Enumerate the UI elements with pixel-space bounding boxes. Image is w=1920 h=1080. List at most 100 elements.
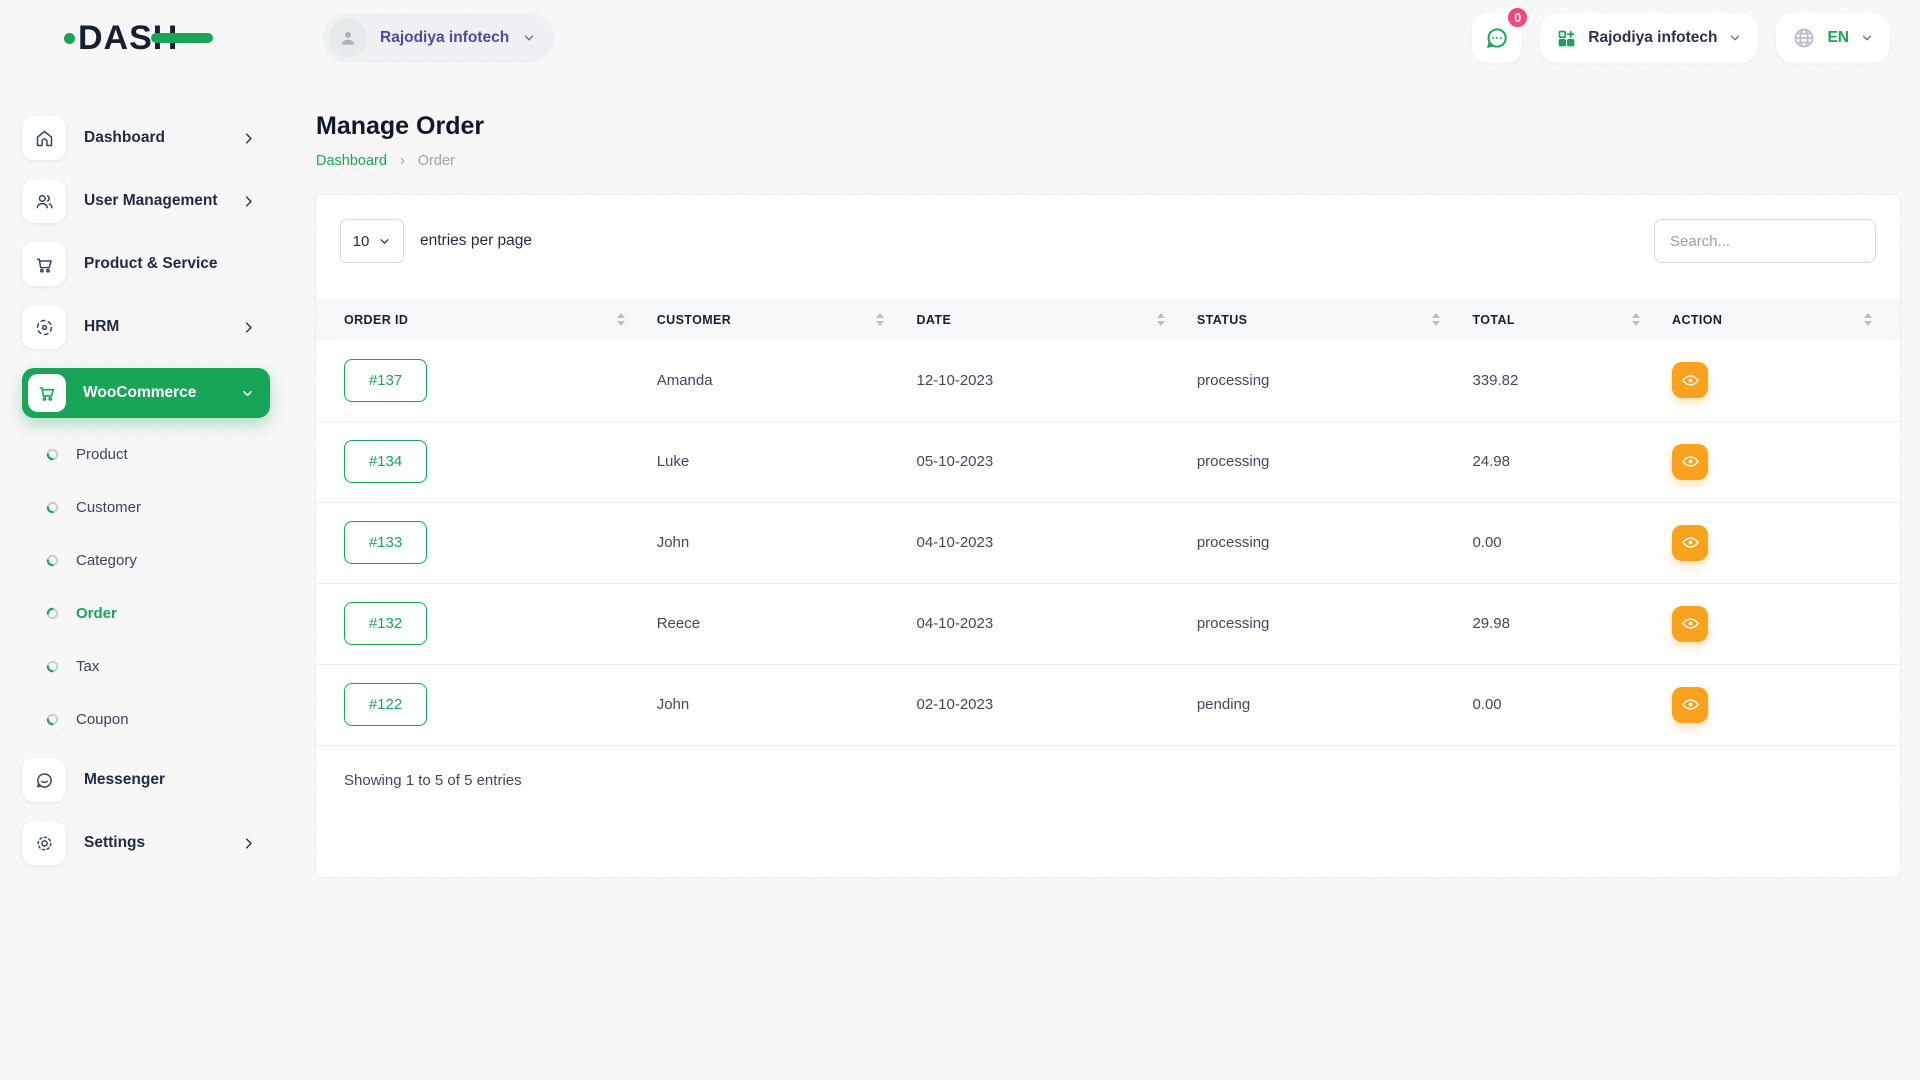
messages-button[interactable]: 0 [1472,13,1522,63]
main-content: Manage Order Dashboard › Order 10 entrie… [284,76,1920,1080]
globe-icon [1792,26,1816,50]
view-order-button[interactable] [1672,687,1708,723]
column-header-order-id[interactable]: ORDER ID [316,299,641,340]
status-cell: processing [1181,583,1457,664]
logo-zone: DASH [0,21,284,55]
sort-icon[interactable] [1864,313,1872,326]
person-icon [338,28,358,48]
view-order-button[interactable] [1672,362,1708,398]
table-header-row: ORDER ID CUSTOMER DATE STATUS TOTAL ACTI… [316,299,1900,340]
sidebar-subitem-customer[interactable]: Customer [22,481,284,534]
date-cell: 04-10-2023 [900,583,1180,664]
order-id-badge[interactable]: #134 [344,440,427,483]
table-controls: 10 entries per page [316,195,1900,263]
bullet-icon [46,713,59,726]
breadcrumb: Dashboard › Order [316,153,1900,169]
sort-icon[interactable] [876,313,884,326]
table-row: #122 John 02-10-2023 pending 0.00 [316,664,1900,745]
table-row: #137 Amanda 12-10-2023 processing 339.82 [316,340,1900,421]
woocommerce-submenu: Product Customer Category Order Tax Coup… [22,428,284,746]
sort-icon[interactable] [1157,313,1165,326]
date-cell: 12-10-2023 [900,340,1180,421]
chevron-down-icon [1860,31,1874,45]
sidebar-subitem-category[interactable]: Category [22,534,284,587]
chevron-down-icon [1728,31,1742,45]
sidebar-item-hrm[interactable]: HRM [22,305,268,349]
total-cell: 339.82 [1456,340,1656,421]
sidebar-subitem-order[interactable]: Order [22,587,284,640]
sidebar-item-dashboard[interactable]: Dashboard [22,116,268,160]
customer-cell: Luke [641,421,901,502]
sidebar-item-product-service[interactable]: Product & Service [22,242,268,286]
sidebar-subitem-label: Category [76,552,137,569]
date-cell: 05-10-2023 [900,421,1180,502]
column-header-customer[interactable]: CUSTOMER [641,299,901,340]
cart-icon [22,242,66,286]
focus-icon [22,305,66,349]
view-order-button[interactable] [1672,444,1708,480]
sidebar-item-woocommerce[interactable]: WooCommerce [22,368,270,418]
sort-icon[interactable] [617,313,625,326]
order-id-badge[interactable]: #137 [344,359,427,402]
total-cell: 29.98 [1456,583,1656,664]
avatar [329,19,367,57]
column-header-date[interactable]: DATE [900,299,1180,340]
sort-icon[interactable] [1432,313,1440,326]
status-cell: processing [1181,340,1457,421]
table-summary: Showing 1 to 5 of 5 entries [316,746,1900,789]
customer-cell: Amanda [641,340,901,421]
eye-icon [1681,614,1700,633]
view-order-button[interactable] [1672,606,1708,642]
workspace-switcher[interactable]: Rajodiya infotech [323,13,554,63]
eye-icon [1681,371,1700,390]
customer-cell: John [641,502,901,583]
sidebar-subitem-label: Product [76,446,128,463]
table-row: #134 Luke 05-10-2023 processing 24.98 [316,421,1900,502]
bullet-icon [46,448,59,461]
sidebar-subitem-tax[interactable]: Tax [22,640,284,693]
sidebar-item-label: Settings [84,834,241,852]
order-id-badge[interactable]: #122 [344,683,427,726]
chat-bubble-icon [22,758,66,802]
topbar: DASH Rajodiya infotech 0 [0,0,1920,76]
sidebar-subitem-label: Tax [76,658,99,675]
sidebar-item-settings[interactable]: Settings [22,821,268,865]
chevron-down-icon [378,235,391,248]
sidebar-item-label: Product & Service [84,255,268,273]
order-id-badge[interactable]: #132 [344,602,427,645]
sidebar-subitem-label: Coupon [76,711,129,728]
chevron-right-icon [241,320,256,335]
chevron-right-icon [241,836,256,851]
orders-table: ORDER ID CUSTOMER DATE STATUS TOTAL ACTI… [316,299,1900,746]
sidebar-subitem-coupon[interactable]: Coupon [22,693,284,746]
workspace-name: Rajodiya infotech [380,29,509,47]
sidebar-item-label: User Management [84,192,241,210]
sidebar-item-user-management[interactable]: User Management [22,179,268,223]
language-menu[interactable]: EN [1776,13,1890,63]
chevron-right-icon [241,194,256,209]
page-size-select[interactable]: 10 [340,219,404,263]
sidebar-subitem-product[interactable]: Product [22,428,284,481]
date-cell: 04-10-2023 [900,502,1180,583]
breadcrumb-current: Order [418,153,455,169]
status-cell: pending [1181,664,1457,745]
sidebar-item-label: WooCommerce [83,384,240,402]
eye-icon [1681,452,1700,471]
app-logo[interactable]: DASH [64,21,178,55]
language-label: EN [1827,29,1849,47]
column-header-action[interactable]: ACTION [1656,299,1900,340]
sidebar-item-messenger[interactable]: Messenger [22,758,268,802]
total-cell: 24.98 [1456,421,1656,502]
sidebar-item-label: HRM [84,318,241,336]
chevron-down-icon [240,386,255,401]
company-menu[interactable]: Rajodiya infotech [1540,13,1758,63]
search-input[interactable] [1654,219,1876,263]
breadcrumb-dashboard-link[interactable]: Dashboard [316,153,387,169]
column-header-total[interactable]: TOTAL [1456,299,1656,340]
column-header-status[interactable]: STATUS [1181,299,1457,340]
gear-icon [22,821,66,865]
order-id-badge[interactable]: #133 [344,521,427,564]
sort-icon[interactable] [1632,313,1640,326]
chat-icon [1484,25,1510,51]
view-order-button[interactable] [1672,525,1708,561]
